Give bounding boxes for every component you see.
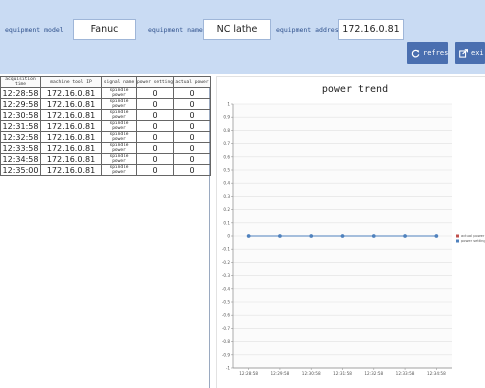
legend-label: actual power [461, 234, 485, 238]
y-tick-label: -0.4 [222, 286, 231, 291]
legend-label: power setting [461, 239, 485, 243]
data-point [371, 234, 376, 238]
x-tick-label: 12:32:58 [364, 371, 383, 376]
y-tick-label: 0.7 [223, 141, 230, 146]
y-tick-label: 0.4 [223, 181, 230, 186]
y-tick-label: 0.3 [223, 194, 230, 199]
x-tick-label: 12:28:58 [239, 371, 258, 376]
y-tick-label: -0.7 [222, 326, 231, 331]
power-trend-chart: 1 0.9 0.8 0.7 0.6 0.5 0.4 0.3 0.2 0.1 0 -0.1 -0.2 -0.… [222, 102, 485, 377]
y-tick-label: -0.2 [222, 260, 231, 265]
x-tick-label: 12:33:58 [396, 371, 415, 376]
y-tick-label: 0.2 [223, 207, 230, 212]
data-point [340, 234, 345, 238]
y-tick-label: 0.9 [223, 115, 230, 120]
y-tick-label: 0 [227, 234, 230, 239]
x-tick-label: 12:34:58 [427, 371, 446, 376]
data-point [309, 234, 314, 238]
y-tick-label: -0.1 [222, 247, 231, 252]
data-point [434, 234, 439, 238]
y-tick-label: 0.5 [223, 168, 230, 173]
y-tick-label: -1 [226, 366, 231, 371]
y-tick-label: -0.9 [222, 352, 231, 357]
x-tick-label: 12:31:58 [333, 371, 352, 376]
data-point [278, 234, 282, 238]
y-tick-label: 0.6 [223, 154, 230, 159]
y-tick-label: -0.5 [222, 300, 231, 305]
y-tick-label: 0.1 [223, 220, 230, 225]
legend-swatch [456, 234, 459, 238]
data-point [403, 234, 407, 238]
y-tick-label: 1 [227, 102, 230, 107]
x-tick-label: 12:29:58 [271, 371, 290, 376]
y-tick-label: -0.8 [222, 339, 231, 344]
y-tick-label: -0.6 [222, 313, 231, 318]
x-tick-label: 12:30:58 [302, 371, 321, 376]
legend-swatch [456, 239, 459, 243]
y-tick-label: 0.8 [223, 128, 230, 133]
y-tick-label: -0.3 [222, 273, 231, 278]
data-point [246, 234, 251, 238]
